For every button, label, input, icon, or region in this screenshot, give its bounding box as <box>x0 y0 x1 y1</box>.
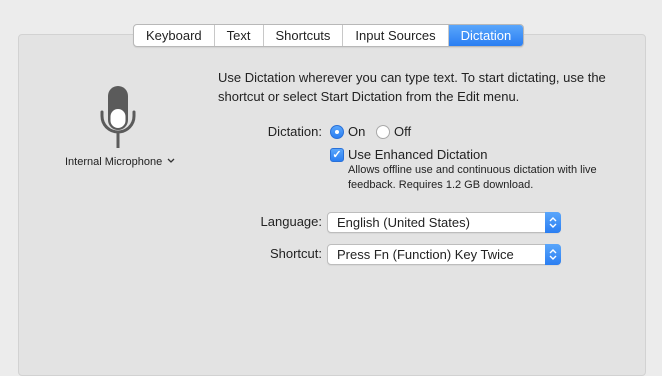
dictation-intro-text: Use Dictation wherever you can type text… <box>218 70 606 104</box>
tab-keyboard[interactable]: Keyboard <box>134 25 215 46</box>
chevron-down-icon <box>167 158 175 163</box>
enhanced-dictation-label[interactable]: Use Enhanced Dictation <box>348 147 487 162</box>
up-down-arrows-icon <box>545 212 561 233</box>
dictation-on-label[interactable]: On <box>348 124 365 139</box>
dictation-off-label[interactable]: Off <box>394 124 411 139</box>
shortcut-label: Shortcut: <box>269 246 322 261</box>
microphone-icon <box>98 86 138 153</box>
shortcut-popup[interactable]: Press Fn (Function) Key Twice <box>327 244 561 265</box>
dictation-on-radio[interactable] <box>330 125 344 139</box>
tab-input-sources[interactable]: Input Sources <box>343 25 449 46</box>
dictation-off-radio[interactable] <box>376 125 390 139</box>
tab-dictation[interactable]: Dictation <box>448 25 524 46</box>
shortcut-value: Press Fn (Function) Key Twice <box>337 247 514 262</box>
dictation-label: Dictation: <box>267 124 322 139</box>
enhanced-dictation-checkbox[interactable]: ✓ <box>330 148 344 162</box>
tab-text[interactable]: Text <box>215 25 264 46</box>
microphone-source-popup[interactable]: Internal Microphone <box>65 156 175 168</box>
up-down-arrows-icon <box>545 244 561 265</box>
language-popup[interactable]: English (United States) <box>327 212 561 233</box>
language-label: Language: <box>260 214 322 229</box>
tab-bar: Keyboard Text Shortcuts Input Sources Di… <box>133 24 525 47</box>
tab-shortcuts[interactable]: Shortcuts <box>264 25 344 46</box>
microphone-source-label: Internal Microphone <box>65 156 163 168</box>
enhanced-dictation-note: Allows offline use and continuous dictat… <box>348 164 597 191</box>
language-value: English (United States) <box>337 215 470 230</box>
